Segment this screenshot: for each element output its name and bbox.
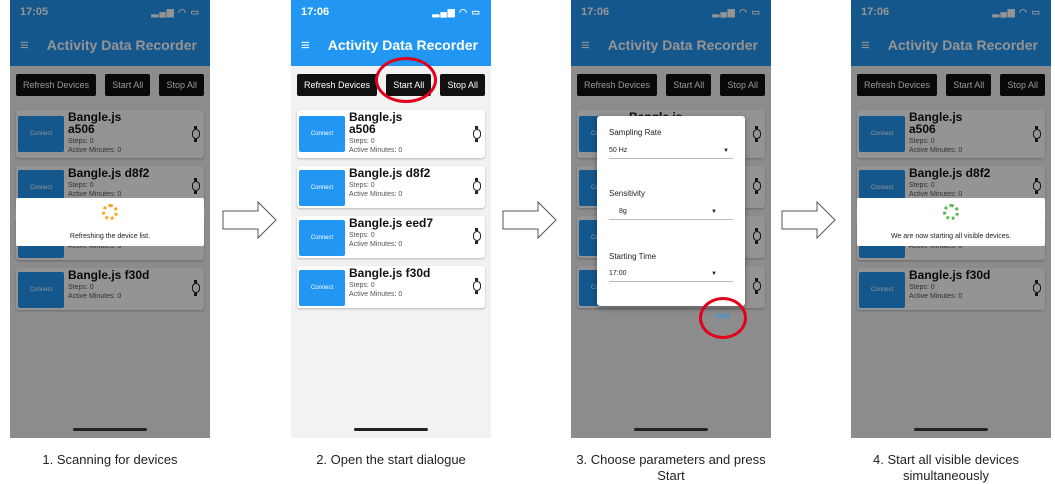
device-steps: Steps: 0 (349, 182, 375, 189)
device-minutes: Active Minutes: 0 (349, 291, 403, 298)
loading-toast: We are now starting all visible devices. (857, 198, 1045, 246)
refresh-devices-button[interactable]: Refresh Devices (297, 74, 378, 96)
arrow-right-icon (222, 200, 277, 240)
sensitivity-label: Sensitivity (609, 189, 646, 198)
step-caption: 4. Start all visible devices simultaneou… (873, 452, 1019, 483)
starting-time-value: 17:00 (609, 270, 627, 277)
device-name: Bangle.js a506 (349, 110, 403, 136)
sampling-rate-label: Sampling Rate (609, 128, 662, 137)
device-card: Connect Bangle.js f30d Steps: 0 Active M… (297, 266, 485, 308)
device-minutes: Active Minutes: 0 (349, 241, 403, 248)
watch-icon (473, 278, 481, 294)
step-caption: 2. Open the start dialogue (316, 452, 466, 467)
watch-icon (473, 126, 481, 142)
menu-icon[interactable]: ≡ (301, 37, 310, 54)
home-indicator[interactable] (634, 428, 708, 431)
app-title: Activity Data Recorder (327, 37, 478, 53)
dropdown-arrow-icon: ▼ (711, 271, 717, 277)
status-bar: 17:06 ▂▄▆ ◠ ▭ (291, 0, 491, 24)
device-steps: Steps: 0 (349, 138, 375, 145)
stop-all-button[interactable]: Stop All (440, 74, 485, 96)
device-minutes: Active Minutes: 0 (349, 147, 403, 154)
device-name: Bangle.js eed7 (349, 216, 434, 230)
loading-spinner-icon (943, 204, 959, 220)
loading-toast: Refreshing the device list. (16, 198, 204, 246)
arrow-right-icon (781, 200, 836, 240)
connect-button[interactable]: Connect (299, 270, 345, 306)
device-name: Bangle.js d8f2 (349, 166, 431, 180)
connect-button[interactable]: Connect (299, 220, 345, 256)
toast-message: Refreshing the device list. (69, 233, 151, 240)
start-button-highlight-ring (699, 297, 747, 339)
dropdown-arrow-icon: ▼ (711, 209, 717, 215)
starting-time-label: Starting Time (609, 252, 657, 261)
device-name: Bangle.js f30d (349, 266, 431, 280)
status-icons: ▂▄▆ ◠ ▭ (432, 6, 481, 17)
loading-spinner-icon (102, 204, 118, 220)
home-indicator[interactable] (914, 428, 988, 431)
start-dialog: Sampling Rate 50 Hz ▼ Sensitivity 8g ▼ S… (597, 116, 745, 306)
step-caption: 1. Scanning for devices (42, 452, 178, 467)
connect-button[interactable]: Connect (299, 170, 345, 206)
home-indicator[interactable] (73, 428, 147, 431)
watch-icon (473, 178, 481, 194)
arrow-right-icon (502, 200, 557, 240)
dropdown-arrow-icon: ▼ (723, 148, 729, 154)
start-all-highlight-ring (375, 57, 437, 103)
sensitivity-value: 8g (619, 208, 627, 215)
connect-button[interactable]: Connect (299, 116, 345, 152)
device-card: Connect Bangle.js eed7 Steps: 0 Active M… (297, 216, 485, 258)
device-minutes: Active Minutes: 0 (349, 191, 403, 198)
sensitivity-select[interactable]: 8g ▼ (609, 208, 733, 220)
device-steps: Steps: 0 (349, 232, 375, 239)
phone-screen-3: 17:06 ▂▄▆ ◠ ▭ ≡ Activity Data Recorder R… (571, 0, 771, 438)
toast-message: We are now starting all visible devices. (890, 233, 1012, 240)
device-card: Connect Bangle.js a506 Steps: 0 Active M… (297, 110, 485, 158)
starting-time-select[interactable]: 17:00 ▼ (609, 270, 733, 282)
phone-screen-2: 17:06 ▂▄▆ ◠ ▭ ≡ Activity Data Recorder R… (291, 0, 491, 438)
home-indicator[interactable] (354, 428, 428, 431)
sampling-rate-select[interactable]: 50 Hz ▼ (609, 147, 733, 159)
watch-icon (473, 228, 481, 244)
device-steps: Steps: 0 (349, 282, 375, 289)
sampling-rate-value: 50 Hz (609, 147, 628, 154)
phone-screen-1: 17:05 ▂▄▆ ◠ ▭ ≡ Activity Data Recorder R… (10, 0, 210, 438)
phone-screen-4: 17:06 ▂▄▆ ◠ ▭ ≡ Activity Data Recorder R… (851, 0, 1051, 438)
device-card: Connect Bangle.js d8f2 Steps: 0 Active M… (297, 166, 485, 208)
step-caption: 3. Choose parameters and press Start (576, 452, 766, 483)
status-time: 17:06 (301, 6, 330, 18)
